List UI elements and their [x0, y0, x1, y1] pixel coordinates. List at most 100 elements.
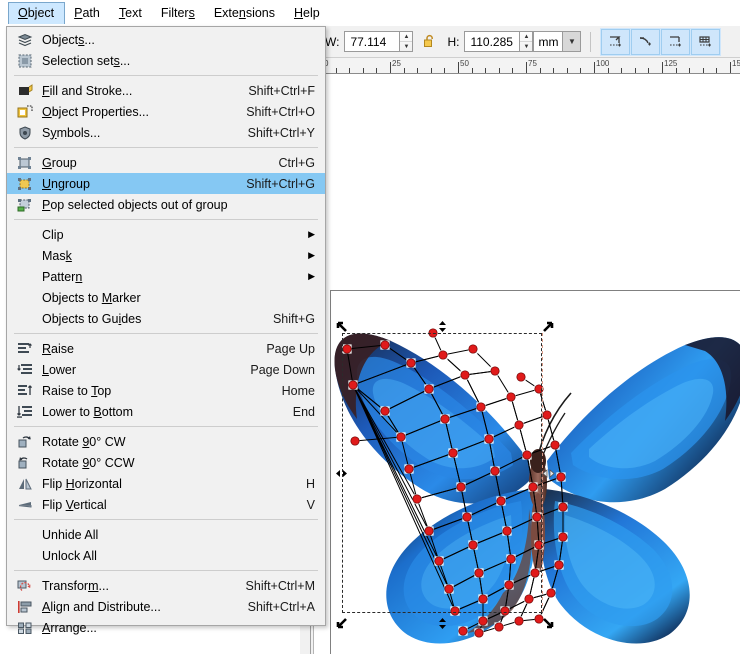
scale-handle-middle-right[interactable] [542, 467, 555, 480]
snap-bounding-box-edge-midpoint-icon[interactable] [661, 28, 691, 55]
menu-item-label: Arrange... [42, 620, 97, 635]
menu-item-label: Raise to Top [42, 383, 112, 398]
flip-horizontal-icon [15, 475, 35, 492]
menubar-item-object[interactable]: Object [8, 2, 66, 24]
no-icon [15, 526, 35, 543]
menu-item-pop-out-of-group[interactable]: Pop selected objects out of group [7, 194, 325, 215]
menu-item-accel: End [292, 404, 315, 419]
drawing-canvas[interactable] [315, 75, 740, 654]
scale-handle-bottom-left[interactable] [335, 617, 348, 630]
menu-item-unlock-all[interactable]: Unlock All [7, 545, 325, 566]
chevron-down-icon[interactable]: ▼ [563, 31, 582, 52]
ruler-major-tick [458, 62, 459, 73]
menubar-item-help[interactable]: Help [285, 2, 330, 24]
menu-item-flip-vertical[interactable]: Flip Vertical V [7, 494, 325, 515]
align-and-distribute-icon [15, 598, 35, 615]
menu-item-raise[interactable]: Raise Page Up [7, 338, 325, 359]
ruler-minor-tick [716, 68, 718, 73]
menu-item-objects-to-marker[interactable]: Objects to Marker [7, 287, 325, 308]
scale-handle-middle-left[interactable] [335, 467, 348, 480]
menu-item-label: Clip [42, 227, 64, 242]
menu-item-flip-horizontal[interactable]: Flip Horizontal H [7, 473, 325, 494]
snap-bounding-box-corner-icon[interactable] [601, 28, 631, 55]
menu-item-accel: Page Down [250, 362, 315, 377]
menu-item-accel: H [305, 476, 315, 491]
inkscape-window: Object Path Text Filters Extensions Help… [0, 0, 740, 654]
width-spinner-up[interactable]: ▲ [400, 32, 413, 42]
menu-item-accel: Ctrl+G [278, 155, 315, 170]
scale-handle-bottom-center[interactable] [436, 617, 449, 630]
ruler-major-tick [390, 62, 391, 73]
symbols-icon [15, 124, 35, 141]
menu-item-accel: V [306, 497, 315, 512]
menu-item-clip[interactable]: Clip ▶ [7, 224, 325, 245]
pop-out-of-group-icon [15, 196, 35, 213]
height-spinner-down[interactable]: ▼ [520, 42, 532, 51]
menubar-item-text[interactable]: Text [110, 2, 152, 24]
height-spinner[interactable]: ▲ ▼ [520, 31, 534, 52]
horizontal-ruler[interactable]: 0255075100125150 [314, 58, 740, 74]
submenu-arrow-icon: ▶ [308, 229, 315, 239]
menu-item-object-properties[interactable]: Object Properties... Shift+Ctrl+O [7, 101, 325, 122]
toolbar-separator [590, 31, 592, 52]
menu-item-group[interactable]: Group Ctrl+G [7, 152, 325, 173]
scale-handle-top-right[interactable] [542, 320, 555, 333]
selector-tool-options-bar: ▲ ▼ W: 77.114 ▲ ▼ H: 110.285 ▲ ▼ mm ▼ [300, 26, 740, 58]
scale-handle-top-left[interactable] [335, 320, 348, 333]
menu-item-objects-to-guides[interactable]: Objects to Guides Shift+G [7, 308, 325, 329]
ruler-minor-tick [485, 68, 487, 73]
menu-item-accel: Page Up [266, 341, 315, 356]
menu-item-mask[interactable]: Mask ▶ [7, 245, 325, 266]
width-spinner[interactable]: ▲ ▼ [400, 31, 414, 52]
menu-item-pattern[interactable]: Pattern ▶ [7, 266, 325, 287]
selection-bounding-box [342, 333, 542, 613]
lower-to-bottom-icon [15, 403, 35, 420]
snap-bounding-box-edge-icon[interactable] [631, 28, 661, 55]
ruler-minor-tick [580, 68, 582, 73]
menu-item-raise-to-top[interactable]: Raise to Top Home [7, 380, 325, 401]
raise-icon [15, 340, 35, 357]
menu-item-lower-to-bottom[interactable]: Lower to Bottom End [7, 401, 325, 422]
menu-item-lower[interactable]: Lower Page Down [7, 359, 325, 380]
ruler-minor-tick [566, 68, 568, 73]
lock-open-icon[interactable] [422, 33, 436, 51]
ruler-label: 25 [392, 59, 401, 68]
snap-bounding-box-center-icon[interactable] [691, 28, 721, 55]
ruler-minor-tick [553, 68, 555, 73]
menu-separator [14, 219, 318, 220]
height-input[interactable]: 110.285 [464, 31, 521, 52]
menu-item-selection-sets[interactable]: Selection sets... [7, 50, 325, 71]
menu-item-transform[interactable]: Transform... Shift+Ctrl+M [7, 575, 325, 596]
ruler-major-tick [594, 62, 595, 73]
ruler-minor-tick [335, 68, 337, 73]
menubar-item-filters[interactable]: Filters [152, 2, 205, 24]
scale-handle-bottom-right[interactable] [542, 617, 555, 630]
ruler-minor-tick [498, 68, 500, 73]
scale-handle-top-center[interactable] [436, 320, 449, 333]
menu-item-fill-and-stroke[interactable]: Fill and Stroke... Shift+Ctrl+F [7, 80, 325, 101]
menu-item-align-and-distribute[interactable]: Align and Distribute... Shift+Ctrl+A [7, 596, 325, 617]
menu-item-objects[interactable]: Objects... [7, 29, 325, 50]
menubar-item-path[interactable]: Path [65, 2, 110, 24]
menu-item-rotate-90-cw[interactable]: Rotate 90° CW [7, 431, 325, 452]
menu-item-arrange[interactable]: Arrange... [7, 617, 325, 638]
unit-select-value[interactable]: mm [533, 31, 564, 52]
menu-item-symbols[interactable]: Symbols... Shift+Ctrl+Y [7, 122, 325, 143]
menu-item-rotate-90-ccw[interactable]: Rotate 90° CCW [7, 452, 325, 473]
menu-item-ungroup[interactable]: Ungroup Shift+Ctrl+G [7, 173, 325, 194]
menu-item-label: Selection sets... [42, 53, 131, 68]
height-spinner-up[interactable]: ▲ [520, 32, 533, 42]
width-input[interactable]: 77.114 [344, 31, 401, 52]
width-spinner-down[interactable]: ▼ [400, 42, 412, 51]
menu-separator [14, 519, 318, 520]
menu-item-label: Lower to Bottom [42, 404, 134, 419]
menu-item-label: Transform... [42, 578, 109, 593]
menu-item-label: Rotate 90° CCW [42, 455, 135, 470]
rotate-cw-icon [15, 433, 35, 450]
menu-item-label: Unlock All [42, 548, 97, 563]
menu-separator [14, 147, 318, 148]
menubar-item-extensions[interactable]: Extensions [205, 2, 285, 24]
snap-controls-group [600, 27, 722, 56]
menu-item-label: Group [42, 155, 77, 170]
menu-item-unhide-all[interactable]: Unhide All [7, 524, 325, 545]
